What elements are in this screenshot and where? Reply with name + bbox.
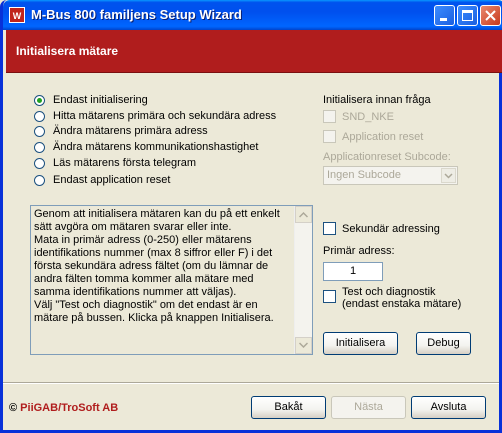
scroll-down-button[interactable] — [295, 337, 312, 354]
next-button[interactable]: Nästa — [331, 396, 406, 419]
app-reset-checkbox[interactable] — [323, 130, 336, 143]
minimize-icon — [440, 18, 447, 21]
snd-nke-checkbox[interactable] — [323, 110, 336, 123]
info-text: Genom att initialisera mätaren kan du på… — [34, 208, 280, 324]
secondary-addressing-row: Sekundär adressing — [323, 222, 440, 235]
maximize-icon — [462, 10, 473, 21]
dropdown-arrow-icon[interactable] — [441, 168, 456, 183]
test-diagnostics-label-line2: (endast enstaka mätare) — [342, 298, 462, 310]
option-label: Läs mätarens första telegram — [53, 157, 197, 169]
arrow-down-icon — [299, 342, 308, 349]
snd-nke-label: SND_NKE — [342, 110, 394, 123]
page-header: Initialisera mätare — [6, 30, 502, 72]
option-label: Endast initialisering — [53, 94, 148, 106]
app-reset-checkbox-row: Application reset — [323, 130, 423, 143]
option-label: Ändra mätarens primära adress — [53, 125, 208, 137]
maximize-button[interactable] — [457, 5, 478, 26]
copyright-text: © PiiGAB/TroSoft AB — [9, 402, 118, 414]
radio-button[interactable] — [34, 141, 45, 153]
radio-button[interactable] — [34, 94, 45, 106]
secondary-addressing-checkbox[interactable] — [323, 222, 336, 235]
info-textbox[interactable]: Genom att initialisera mätaren kan du på… — [30, 205, 313, 355]
radio-button[interactable] — [34, 125, 45, 137]
option-label: Ändra mätarens kommunikationshastighet — [53, 141, 259, 153]
option-read-telegram[interactable]: Läs mätarens första telegram — [34, 156, 196, 170]
title-bar[interactable]: W M-Bus 800 familjens Setup Wizard — [3, 0, 502, 30]
header-divider — [6, 72, 502, 73]
subcode-select[interactable]: Ingen Subcode — [323, 166, 458, 185]
debug-button[interactable]: Debug — [416, 332, 471, 355]
option-find-address[interactable]: Hitta mätarens primära och sekundära adr… — [34, 109, 276, 123]
cancel-button[interactable]: Avsluta — [411, 396, 486, 419]
window-title: M-Bus 800 familjens Setup Wizard — [31, 7, 242, 22]
snd-nke-checkbox-row: SND_NKE — [323, 110, 394, 123]
scroll-up-button[interactable] — [295, 206, 312, 223]
test-diagnostics-label-line1: Test och diagnostik — [342, 286, 436, 298]
app-reset-label: Application reset — [342, 130, 424, 143]
option-label: Endast application reset — [53, 174, 171, 186]
subcode-value: Ingen Subcode — [327, 169, 402, 181]
option-change-primary[interactable]: Ändra mätarens primära adress — [34, 124, 208, 138]
brand-name: PiiGAB/TroSoft AB — [20, 402, 119, 414]
test-diagnostics-row: Test och diagnostik (endast enstaka mäta… — [323, 286, 461, 310]
test-diagnostics-checkbox[interactable] — [323, 290, 336, 303]
back-button[interactable]: Bakåt — [251, 396, 326, 419]
primary-address-input[interactable]: 1 — [323, 262, 383, 281]
vertical-scrollbar[interactable] — [294, 206, 312, 354]
app-icon[interactable]: W — [9, 7, 25, 23]
page-title: Initialisera mätare — [16, 44, 119, 58]
close-icon — [485, 10, 496, 21]
secondary-addressing-label: Sekundär adressing — [342, 222, 440, 235]
minimize-button[interactable] — [434, 5, 455, 26]
option-init-only[interactable]: Endast initialisering — [34, 93, 148, 107]
option-change-baudrate[interactable]: Ändra mätarens kommunikationshastighet — [34, 140, 258, 154]
test-diagnostics-label: Test och diagnostik (endast enstaka mäta… — [342, 286, 461, 310]
arrow-up-icon — [299, 211, 308, 218]
footer-divider-highlight — [3, 383, 499, 384]
option-label: Hitta mätarens primära och sekundära adr… — [53, 110, 277, 122]
close-button[interactable] — [480, 5, 501, 26]
option-app-reset[interactable]: Endast application reset — [34, 173, 170, 187]
radio-button[interactable] — [34, 174, 45, 186]
init-before-label: Initialisera innan fråga — [323, 94, 431, 106]
initialize-button[interactable]: Initialisera — [323, 332, 398, 355]
subcode-label: Applicationreset Subcode: — [323, 151, 451, 163]
copyright-symbol: © — [9, 402, 18, 414]
primary-address-label: Primär adress: — [323, 245, 395, 257]
radio-button[interactable] — [34, 110, 45, 122]
radio-button[interactable] — [34, 157, 45, 169]
